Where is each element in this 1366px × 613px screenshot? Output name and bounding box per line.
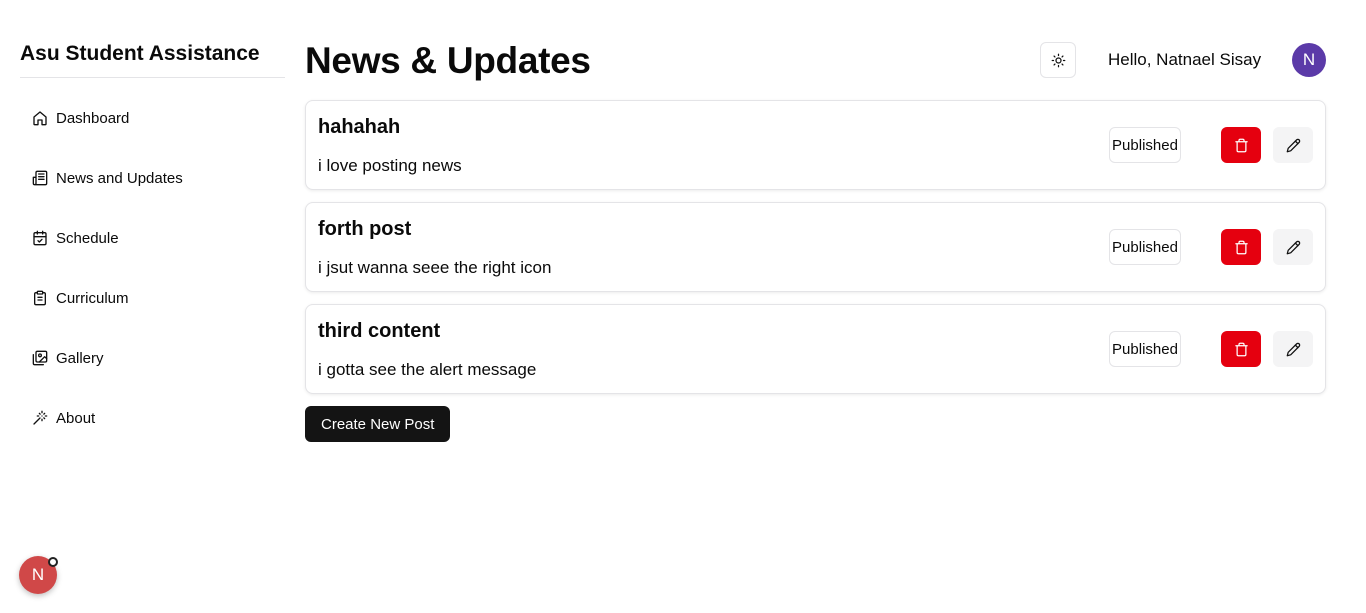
post-body: i gotta see the alert message xyxy=(318,360,537,379)
trash-icon xyxy=(1234,240,1249,255)
trash-icon xyxy=(1234,138,1249,153)
avatar[interactable]: N xyxy=(1292,43,1326,77)
theme-toggle-button[interactable] xyxy=(1040,42,1076,78)
post-body: i love posting news xyxy=(318,156,462,175)
post-card: third content i gotta see the alert mess… xyxy=(305,304,1326,394)
post-body: i jsut wanna seee the right icon xyxy=(318,258,552,277)
clipboard-list-icon xyxy=(32,290,48,306)
delete-button[interactable] xyxy=(1221,229,1261,265)
pencil-icon xyxy=(1286,342,1301,357)
edit-button[interactable] xyxy=(1273,331,1313,367)
create-post-button[interactable]: Create New Post xyxy=(305,406,451,442)
sidebar-nav: Dashboard News and Updates Schedule Curr… xyxy=(20,88,285,448)
calendar-check-icon xyxy=(32,230,48,246)
delete-button[interactable] xyxy=(1221,127,1261,163)
sidebar: Asu Student Assistance Dashboard News an… xyxy=(20,30,285,448)
sidebar-item-label: Curriculum xyxy=(56,289,129,307)
dev-badge-initial: N xyxy=(31,565,45,584)
page-header: News & Updates Hello, Natnael Sisay N xyxy=(305,30,1326,92)
post-title: third content xyxy=(318,320,441,342)
newspaper-icon xyxy=(32,170,48,186)
home-icon xyxy=(32,110,48,126)
post-title: hahahah xyxy=(318,116,401,138)
status-button[interactable]: Published xyxy=(1109,331,1181,367)
page-title: News & Updates xyxy=(305,40,591,81)
app-title: Asu Student Assistance xyxy=(20,30,285,78)
sidebar-item-about[interactable]: About xyxy=(20,388,285,448)
trash-icon xyxy=(1234,342,1249,357)
post-card: forth post i jsut wanna seee the right i… xyxy=(305,202,1326,292)
sidebar-item-label: About xyxy=(56,409,96,427)
pencil-icon xyxy=(1286,138,1301,153)
user-greeting: Hello, Natnael Sisay xyxy=(1108,50,1262,69)
post-list: hahahah i love posting news Published fo… xyxy=(305,100,1326,394)
post-card: hahahah i love posting news Published xyxy=(305,100,1326,190)
images-icon xyxy=(32,350,48,366)
status-button[interactable]: Published xyxy=(1109,127,1181,163)
edit-button[interactable] xyxy=(1273,127,1313,163)
delete-button[interactable] xyxy=(1221,331,1261,367)
sidebar-item-label: Schedule xyxy=(56,229,119,247)
sidebar-item-news[interactable]: News and Updates xyxy=(20,148,285,208)
status-button[interactable]: Published xyxy=(1109,229,1181,265)
sidebar-item-dashboard[interactable]: Dashboard xyxy=(20,88,285,148)
dev-tools-badge[interactable]: N xyxy=(19,556,58,594)
sidebar-item-label: News and Updates xyxy=(56,169,183,187)
notification-dot xyxy=(48,557,58,567)
wand-icon xyxy=(32,410,48,426)
pencil-icon xyxy=(1286,240,1301,255)
sidebar-item-label: Gallery xyxy=(56,349,104,367)
post-title: forth post xyxy=(318,218,412,240)
main-content: News & Updates Hello, Natnael Sisay N ha… xyxy=(305,30,1326,442)
edit-button[interactable] xyxy=(1273,229,1313,265)
sidebar-item-schedule[interactable]: Schedule xyxy=(20,208,285,268)
sun-icon xyxy=(1051,53,1066,68)
sidebar-item-label: Dashboard xyxy=(56,109,130,127)
sidebar-item-gallery[interactable]: Gallery xyxy=(20,328,285,388)
sidebar-item-curriculum[interactable]: Curriculum xyxy=(20,268,285,328)
